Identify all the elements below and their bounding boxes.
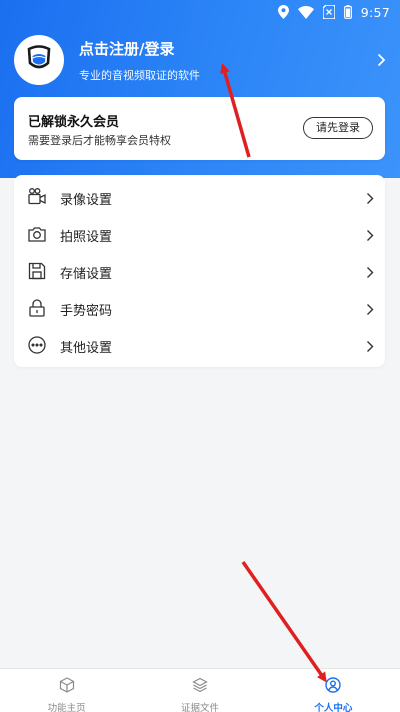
settings-item-label: 存储设置 [60, 267, 113, 282]
no-sim-icon [322, 5, 335, 19]
user-icon [325, 677, 342, 697]
settings-item-video[interactable]: 录像设置 [14, 178, 385, 215]
tab-label: 个人中心 [314, 703, 353, 712]
tab-evidence-files[interactable]: 证据文件 [133, 669, 266, 712]
profile-login-row[interactable]: 点击注册/登录 专业的音视频取证的软件 [14, 35, 390, 85]
lock-icon [27, 298, 47, 318]
tab-home[interactable]: 功能主页 [0, 669, 133, 712]
annotation-arrow-bottom [241, 561, 327, 683]
shield-camera-logo-icon [24, 43, 54, 77]
chevron-right-icon [366, 338, 374, 357]
settings-list: 录像设置 拍照设置 存储设置 手势密码 其他设置 [14, 175, 385, 367]
profile-title[interactable]: 点击注册/登录 [79, 38, 390, 59]
video-camera-icon [27, 187, 47, 207]
cube-icon [59, 677, 75, 697]
location-icon [277, 5, 289, 19]
settings-item-other[interactable]: 其他设置 [14, 326, 385, 363]
status-time: 9:57 [360, 4, 390, 20]
settings-item-gesture-password[interactable]: 手势密码 [14, 289, 385, 326]
member-card: 已解锁永久会员 需要登录后才能畅享会员特权 请先登录 [14, 97, 385, 160]
layers-icon [192, 677, 208, 697]
settings-item-photo[interactable]: 拍照设置 [14, 215, 385, 252]
chevron-right-icon [366, 190, 374, 209]
avatar[interactable] [14, 35, 64, 85]
tab-personal-center[interactable]: 个人中心 [267, 669, 400, 712]
profile-subtitle: 专业的音视频取证的软件 [79, 68, 200, 82]
settings-item-label: 其他设置 [60, 341, 113, 356]
status-bar: 9:57 [0, 0, 400, 24]
wifi-icon [297, 5, 314, 19]
storage-icon [27, 261, 47, 281]
battery-icon [343, 5, 352, 19]
tab-label: 证据文件 [180, 703, 219, 712]
member-subtitle: 需要登录后才能畅享会员特权 [28, 134, 171, 147]
member-title: 已解锁永久会员 [28, 115, 120, 130]
chevron-right-icon[interactable] [377, 52, 386, 71]
more-icon [27, 335, 47, 355]
tab-label: 功能主页 [47, 703, 86, 712]
camera-icon [27, 224, 47, 244]
chevron-right-icon [366, 227, 374, 246]
chevron-right-icon [366, 301, 374, 320]
settings-item-label: 手势密码 [60, 304, 113, 319]
bottom-tab-bar: 功能主页 证据文件 个人中心 [0, 668, 400, 712]
chevron-right-icon [366, 264, 374, 283]
settings-item-label: 录像设置 [60, 193, 113, 208]
settings-item-label: 拍照设置 [60, 230, 113, 245]
settings-item-storage[interactable]: 存储设置 [14, 252, 385, 289]
login-button[interactable]: 请先登录 [303, 117, 373, 139]
